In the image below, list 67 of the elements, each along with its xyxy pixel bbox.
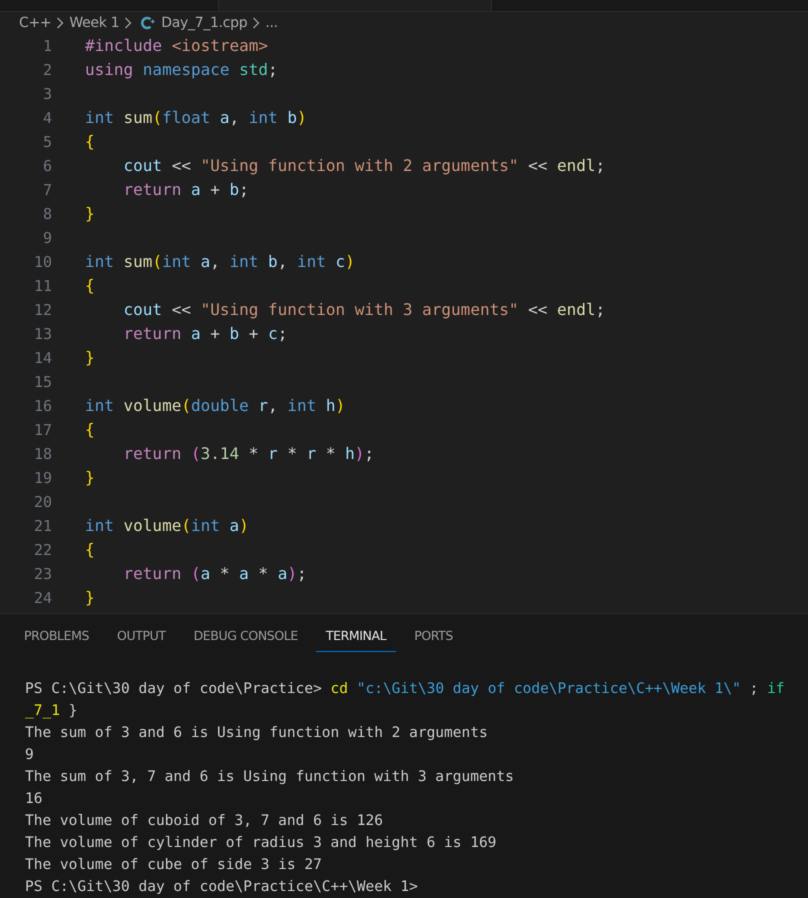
terminal-line: The volume of cube of side 3 is 27: [25, 856, 322, 875]
code-line: int sum(int a, int b, int c): [85, 251, 355, 273]
code-line: int volume(int a): [85, 515, 249, 537]
code-line: int volume(double r, int h): [85, 395, 346, 417]
code-line: return a + b;: [122, 179, 249, 201]
cpp-file-icon: [141, 16, 156, 30]
chevron-icon: [124, 17, 132, 29]
code-line: return (a * a * a);: [122, 563, 307, 585]
panel-tab[interactable]: PROBLEMS: [14, 622, 100, 652]
code-line: #include <iostream>: [85, 35, 268, 57]
line-number: 3: [42, 85, 52, 103]
code-line: }: [85, 347, 95, 369]
terminal-line: _7_1 }: [25, 702, 78, 721]
code-line: }: [85, 587, 95, 609]
breadcrumb-item[interactable]: Week 1: [69, 15, 120, 31]
line-number: 13: [32, 325, 52, 343]
line-number: 19: [32, 469, 52, 487]
breadcrumb-more[interactable]: ...: [265, 15, 278, 31]
panel-tab[interactable]: TERMINAL: [316, 622, 396, 652]
code-line: {: [85, 419, 95, 441]
code-line: cout << "Using function with 2 arguments" << endl;: [122, 155, 606, 177]
code-line: return (3.14 * r * r * h);: [122, 443, 374, 465]
line-number: 16: [32, 397, 52, 415]
code-line: }: [85, 467, 95, 489]
terminal-line: 16: [25, 790, 42, 809]
line-number: 4: [42, 109, 52, 127]
line-number: 10: [32, 253, 52, 271]
line-number: 12: [32, 301, 52, 319]
line-number: 23: [32, 565, 52, 583]
code-line: {: [85, 539, 95, 561]
line-number: 7: [42, 181, 52, 199]
line-number: 15: [32, 373, 52, 391]
code-line: cout << "Using function with 3 arguments" << endl;: [122, 299, 606, 321]
line-number: 24: [32, 589, 52, 607]
code-line: {: [85, 131, 95, 153]
breadcrumb-item[interactable]: Day_7_1.cpp: [161, 15, 248, 31]
line-number: 20: [32, 493, 52, 511]
terminal-line: PS C:\Git\30 day of code\Practice> cd "c:\Git\30 day of code\Practice\C++\Week 1\" ; if: [25, 680, 785, 699]
line-number: 8: [42, 205, 52, 223]
line-number: 14: [32, 349, 52, 367]
code-line: {: [85, 275, 95, 297]
line-number: 9: [42, 229, 52, 247]
line-number: 21: [32, 517, 52, 535]
code-line: int sum(float a, int b): [85, 107, 307, 129]
terminal-line: The volume of cylinder of radius 3 and height 6 is 169: [25, 834, 496, 853]
breadcrumb-item[interactable]: C++: [19, 15, 52, 31]
line-number: 2: [42, 61, 52, 79]
line-number: 11: [32, 277, 52, 295]
line-number: 6: [42, 157, 52, 175]
chevron-icon: [56, 17, 64, 29]
chevron-icon: [252, 17, 260, 29]
panel-tab[interactable]: OUTPUT: [107, 622, 176, 652]
panel-tab[interactable]: PORTS: [404, 622, 463, 652]
terminal-line: The sum of 3, 7 and 6 is Using function with 3 arguments: [25, 768, 514, 787]
code-line: return a + b + c;: [122, 323, 288, 345]
terminal-line: PS C:\Git\30 day of code\Practice\C++\Week 1>: [25, 878, 418, 897]
line-number: 1: [42, 37, 52, 55]
code-line: }: [85, 203, 95, 225]
code-line: using namespace std;: [85, 59, 278, 81]
line-number: 18: [32, 445, 52, 463]
line-number: 17: [32, 421, 52, 439]
panel-tab[interactable]: DEBUG CONSOLE: [184, 622, 308, 652]
line-number: 5: [42, 133, 52, 151]
terminal-line: The sum of 3 and 6 is Using function with 2 arguments: [25, 724, 488, 743]
terminal-line: The volume of cuboid of 3, 7 and 6 is 126: [25, 812, 383, 831]
terminal-line: 9: [25, 746, 34, 765]
line-number: 22: [32, 541, 52, 559]
